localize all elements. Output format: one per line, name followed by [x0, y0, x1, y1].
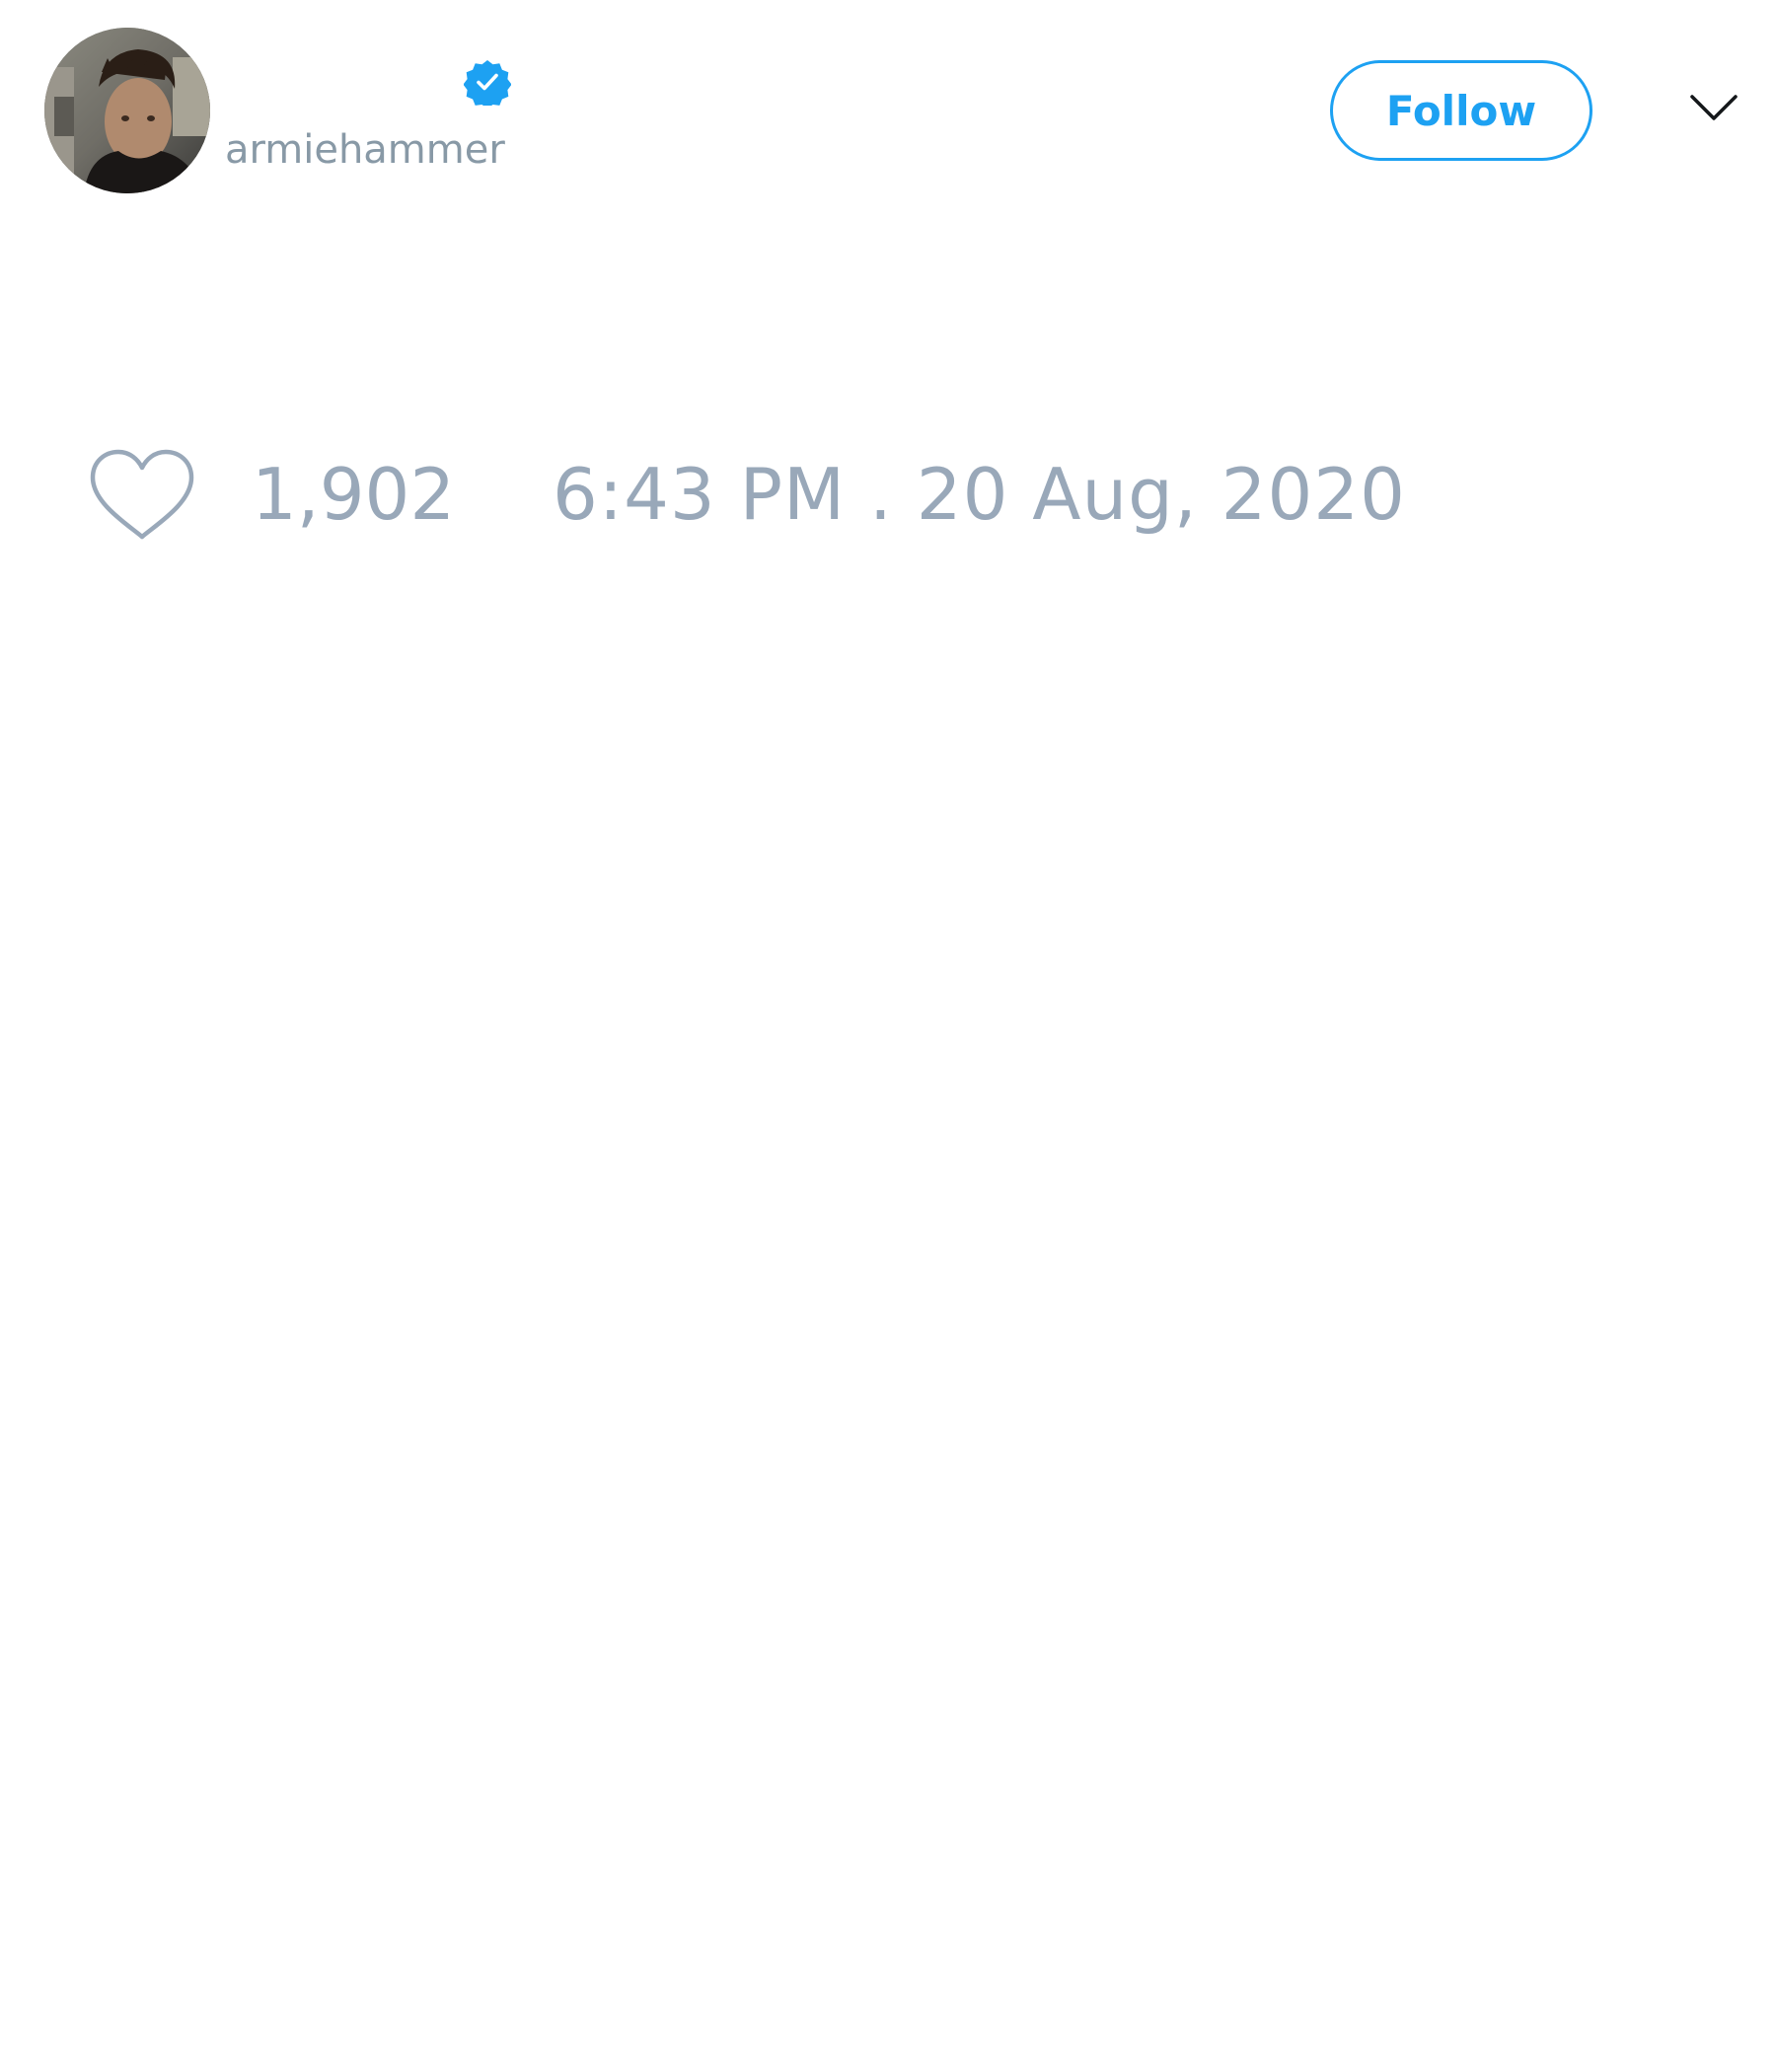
follow-button[interactable]: Follow [1330, 60, 1592, 161]
verified-badge-icon [464, 60, 511, 106]
chevron-down-icon[interactable] [1689, 91, 1739, 124]
avatar-photo [44, 28, 210, 193]
avatar[interactable] [44, 28, 210, 193]
like-count: 1,902 [252, 453, 456, 536]
author-handle[interactable]: armiehammer [225, 126, 505, 174]
tweet-timestamp[interactable]: 6:43 PM . 20 Aug, 2020 [553, 452, 1406, 537]
heart-outline-icon[interactable] [89, 448, 195, 543]
